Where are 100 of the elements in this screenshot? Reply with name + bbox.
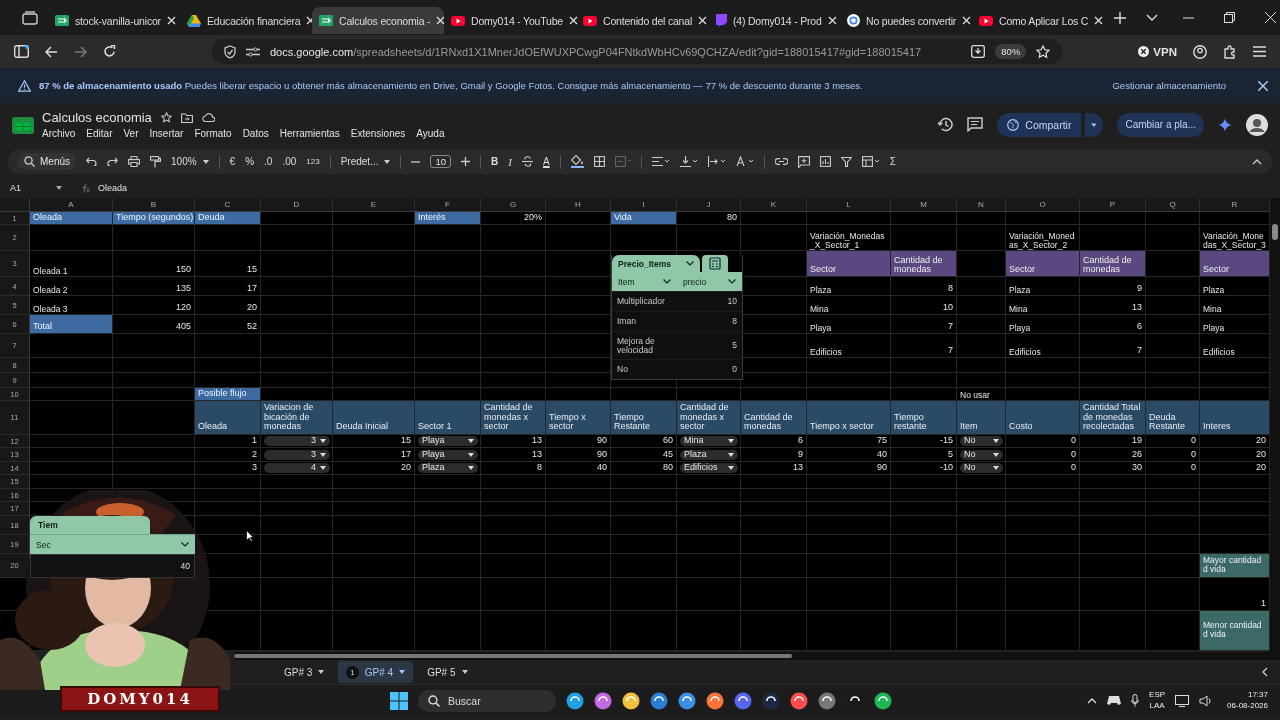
- align-left-icon[interactable]: [651, 157, 670, 166]
- close-icon[interactable]: [827, 16, 837, 25]
- extensions-icon[interactable]: [1223, 44, 1237, 59]
- dropdown-chip[interactable]: Mina: [680, 436, 738, 446]
- switch-plan-button[interactable]: Cambiar a pla...: [1117, 112, 1204, 137]
- minimize-icon[interactable]: [1183, 16, 1194, 19]
- column-letter[interactable]: R: [1200, 198, 1270, 212]
- table-column-header[interactable]: Item: [612, 272, 677, 291]
- dropdown-chip[interactable]: Playa: [418, 450, 478, 460]
- filter-icon[interactable]: [840, 156, 852, 167]
- column-letter[interactable]: L: [807, 198, 891, 212]
- menu-item[interactable]: Formato: [194, 128, 232, 139]
- menu-search-field[interactable]: Menús: [18, 153, 76, 170]
- monitor-icon[interactable]: [1175, 694, 1190, 707]
- dropdown-chip[interactable]: No: [960, 450, 1003, 460]
- column-letter[interactable]: K: [741, 198, 807, 212]
- collapse-left-icon[interactable]: [1262, 667, 1268, 677]
- column-letter[interactable]: N: [957, 198, 1006, 212]
- number-format-button[interactable]: 123: [306, 157, 320, 166]
- history-icon[interactable]: [937, 117, 954, 132]
- document-title[interactable]: Calculos economia: [42, 110, 152, 125]
- close-icon[interactable]: [698, 16, 708, 25]
- browser-tab[interactable]: No puedes convertir: [840, 7, 972, 34]
- formula-field[interactable]: Oleada: [98, 183, 128, 193]
- column-letter[interactable]: D: [261, 198, 333, 212]
- text-rotation-icon[interactable]: [735, 156, 754, 167]
- print-icon[interactable]: [128, 156, 140, 167]
- dropdown-chip[interactable]: No: [960, 436, 1003, 446]
- zoom-dropdown[interactable]: 100%: [171, 156, 209, 167]
- name-box[interactable]: A1: [10, 183, 48, 193]
- dropdown-chip[interactable]: 3: [264, 450, 330, 460]
- font-dropdown[interactable]: Predet...: [340, 156, 391, 167]
- column-letter[interactable]: E: [333, 198, 415, 212]
- undo-icon[interactable]: [86, 157, 97, 166]
- column-letter[interactable]: Q: [1146, 198, 1200, 212]
- move-folder-icon[interactable]: [180, 112, 193, 123]
- merge-cells-icon[interactable]: [614, 156, 631, 167]
- column-letter[interactable]: B: [113, 198, 195, 212]
- strikethrough-icon[interactable]: [521, 156, 533, 167]
- scrollbar-thumb[interactable]: [234, 654, 792, 658]
- clock[interactable]: 17:37 06-08-2026: [1227, 690, 1268, 711]
- browser-tab[interactable]: (4) Domy014 - Prod: [708, 7, 840, 34]
- calculator-icon[interactable]: [702, 255, 728, 272]
- table-name-tab[interactable]: Tiem: [30, 516, 150, 534]
- column-letter[interactable]: P: [1080, 198, 1146, 212]
- restore-icon[interactable]: [1224, 12, 1235, 23]
- scrollbar-thumb[interactable]: [1272, 224, 1278, 240]
- percent-format-button[interactable]: %: [245, 156, 255, 167]
- zoom-badge[interactable]: 80%: [995, 44, 1027, 59]
- text-color-button[interactable]: A: [542, 156, 550, 167]
- menu-item[interactable]: Datos: [242, 128, 269, 139]
- paint-format-icon[interactable]: [150, 155, 161, 168]
- bookmark-star-icon[interactable]: [1036, 44, 1051, 59]
- browser-tab[interactable]: Calculos economia -: [312, 7, 444, 34]
- close-icon[interactable]: [1258, 80, 1268, 91]
- column-letter[interactable]: J: [677, 198, 741, 212]
- menu-item[interactable]: Archivo: [42, 128, 76, 139]
- reload-icon[interactable]: [103, 45, 116, 58]
- menu-item[interactable]: Extensiones: [350, 128, 406, 139]
- download-icon[interactable]: [971, 45, 986, 58]
- column-letter[interactable]: C: [195, 198, 261, 212]
- text-wrap-icon[interactable]: [707, 156, 726, 167]
- chart-icon[interactable]: [819, 156, 831, 167]
- close-icon[interactable]: [436, 16, 446, 25]
- column-letter[interactable]: A: [30, 198, 113, 212]
- share-button[interactable]: Compartir: [997, 112, 1082, 137]
- add-comment-icon[interactable]: [797, 155, 810, 168]
- new-tab-icon[interactable]: [1114, 11, 1126, 24]
- keyboard-language[interactable]: ESP LAA: [1149, 690, 1166, 711]
- account-icon[interactable]: [1193, 44, 1207, 59]
- close-icon[interactable]: [1094, 16, 1104, 25]
- dropdown-chip[interactable]: Plaza: [680, 450, 738, 460]
- taskbar-search-field[interactable]: Buscar: [418, 689, 556, 712]
- functions-button[interactable]: Σ: [889, 156, 896, 167]
- vpn-button[interactable]: VPN: [1138, 45, 1177, 58]
- menu-item[interactable]: Insertar: [149, 128, 184, 139]
- menu-icon[interactable]: [1253, 46, 1266, 57]
- close-icon[interactable]: [962, 16, 972, 25]
- minus-icon[interactable]: [411, 160, 421, 163]
- table-column-header[interactable]: precio: [677, 272, 742, 291]
- windows-start-icon[interactable]: [390, 691, 408, 710]
- browser-tab[interactable]: stock-vanilla-unicor: [48, 7, 180, 34]
- browser-tab[interactable]: Domy014 - YouTube: [444, 7, 576, 34]
- column-letter[interactable]: G: [481, 198, 546, 212]
- close-icon[interactable]: [1265, 12, 1276, 23]
- increase-decimals-button[interactable]: .00: [282, 156, 297, 167]
- manage-storage-link[interactable]: Gestionar almacenamiento: [1112, 80, 1226, 91]
- star-icon[interactable]: [160, 112, 172, 123]
- column-letter[interactable]: H: [546, 198, 611, 212]
- caret-icon[interactable]: [56, 186, 62, 190]
- bold-button[interactable]: B: [491, 156, 499, 167]
- collapse-icon[interactable]: [1252, 158, 1262, 165]
- tab-actions-icon[interactable]: [22, 10, 38, 25]
- microphone-icon[interactable]: [1131, 694, 1140, 707]
- dropdown-chip[interactable]: Edificios: [680, 463, 738, 473]
- sheet-tab[interactable]: GP# 5: [419, 661, 476, 683]
- sheets-logo-icon[interactable]: [12, 117, 34, 134]
- close-icon[interactable]: [166, 16, 176, 25]
- site-settings-icon[interactable]: [246, 46, 260, 57]
- sheet-tab[interactable]: 1 GP# 4: [338, 661, 414, 683]
